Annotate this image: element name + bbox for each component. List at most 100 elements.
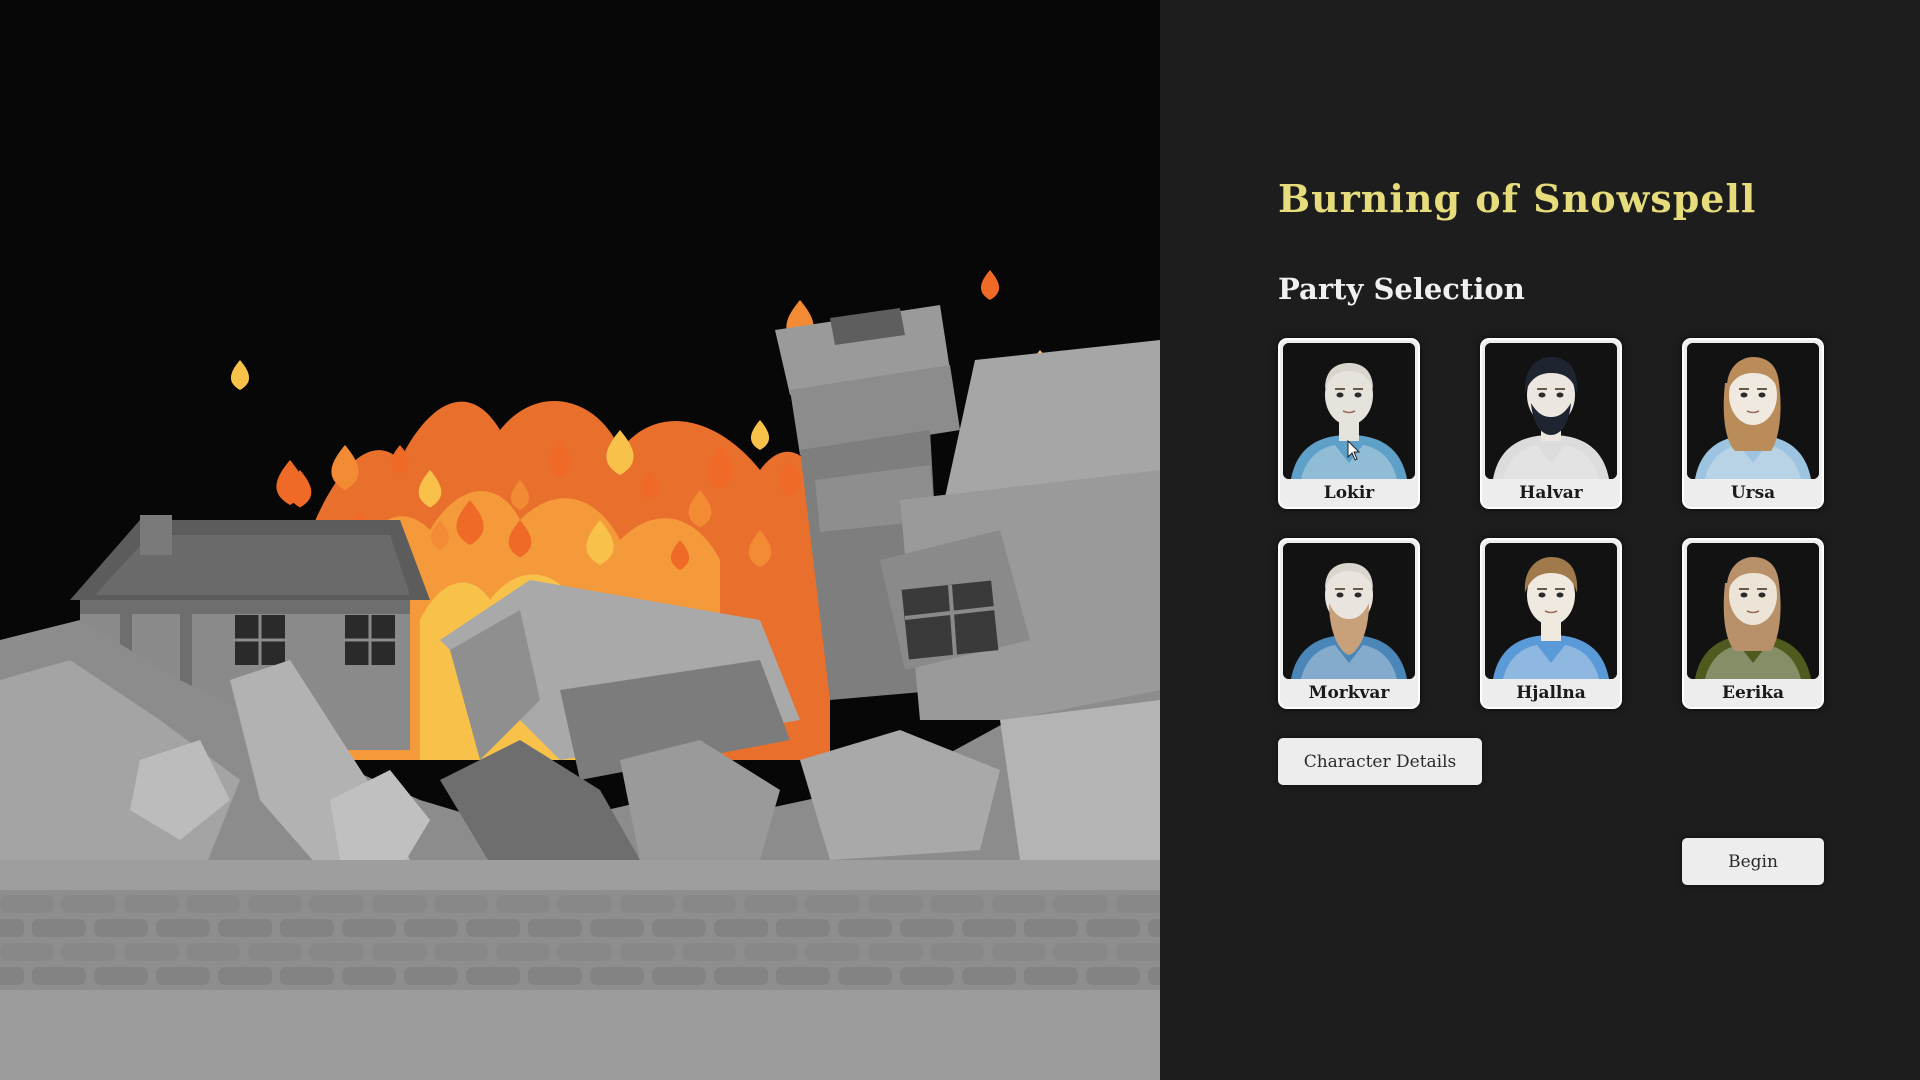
- cobblestone: [466, 967, 520, 985]
- woman-in-green-portrait: [1687, 543, 1819, 679]
- cobblestone: [992, 943, 1046, 961]
- character-name: Halvar: [1519, 483, 1583, 503]
- character-name: Lokir: [1323, 483, 1375, 503]
- party-selection-heading: Party Selection: [1278, 272, 1525, 306]
- cobblestone-road: [0, 860, 1160, 1080]
- cobblestone: [466, 919, 520, 937]
- cobblestone: [838, 919, 892, 937]
- cobblestone: [590, 919, 644, 937]
- cobblestone: [434, 943, 488, 961]
- cobblestone: [930, 895, 984, 913]
- cobblestone: [652, 967, 706, 985]
- cobblestone: [372, 895, 426, 913]
- cobblestone: [32, 967, 86, 985]
- cobblestone: [218, 919, 272, 937]
- cobblestone: [156, 967, 210, 985]
- character-card-lokir[interactable]: Lokir: [1278, 338, 1420, 509]
- character-details-button[interactable]: Character Details: [1278, 738, 1482, 785]
- cobblestone: [186, 943, 240, 961]
- cobblestone: [434, 895, 488, 913]
- cobblestone: [838, 967, 892, 985]
- cobblestone: [62, 943, 116, 961]
- game-title: Burning of Snowspell: [1278, 176, 1757, 221]
- cobblestone: [1024, 967, 1078, 985]
- cobblestone: [776, 919, 830, 937]
- cobblestone: [528, 967, 582, 985]
- character-card-eerika[interactable]: Eerika: [1682, 538, 1824, 709]
- cobblestone: [0, 943, 54, 961]
- portrait-lokir: [1283, 343, 1415, 479]
- cobblestone: [1086, 919, 1140, 937]
- cobblestone: [652, 919, 706, 937]
- cobblestone: [0, 967, 24, 985]
- braided-woman-portrait: [1485, 543, 1617, 679]
- cobblestone: [1054, 943, 1108, 961]
- cobblestone: [124, 895, 178, 913]
- cobblestone: [776, 967, 830, 985]
- portrait-ursa: [1687, 343, 1819, 479]
- cobblestone: [280, 919, 334, 937]
- cobblestone: [124, 943, 178, 961]
- cobblestone: [1054, 895, 1108, 913]
- cobblestone: [528, 919, 582, 937]
- cobblestone: [558, 943, 612, 961]
- burning-village-illustration: [0, 0, 1160, 1080]
- cobblestone: [372, 943, 426, 961]
- cobblestone: [930, 943, 984, 961]
- cobblestone: [32, 919, 86, 937]
- cobblestone: [342, 919, 396, 937]
- cobblestone: [342, 967, 396, 985]
- cobblestone: [714, 967, 768, 985]
- cobblestone: [806, 943, 860, 961]
- cobblestone: [900, 967, 954, 985]
- character-name: Eerika: [1722, 683, 1784, 703]
- cobblestone: [868, 895, 922, 913]
- character-card-halvar[interactable]: Halvar: [1480, 338, 1622, 509]
- portrait-eerika: [1687, 543, 1819, 679]
- woman-with-ponytail-portrait: [1687, 343, 1819, 479]
- begin-button[interactable]: Begin: [1682, 838, 1824, 885]
- cobblestone: [496, 943, 550, 961]
- cobblestone: [992, 895, 1046, 913]
- portrait-morkvar: [1283, 543, 1415, 679]
- dark-haired-bearded-man-portrait: [1485, 343, 1617, 479]
- cobblestone: [1024, 919, 1078, 937]
- character-card-hjallna[interactable]: Hjallna: [1480, 538, 1622, 709]
- cobblestone: [94, 967, 148, 985]
- cobblestone: [744, 943, 798, 961]
- character-card-ursa[interactable]: Ursa: [1682, 338, 1824, 509]
- cobblestone: [248, 895, 302, 913]
- cobblestone: [280, 967, 334, 985]
- character-card-morkvar[interactable]: Morkvar: [1278, 538, 1420, 709]
- cobblestone: [1116, 943, 1160, 961]
- cobblestone: [218, 967, 272, 985]
- cobblestone: [1116, 895, 1160, 913]
- cobblestone: [900, 919, 954, 937]
- character-grid: Lokir Halvar Ursa Morkvar Hjallna Eerika: [1278, 338, 1824, 709]
- character-name: Ursa: [1730, 483, 1776, 503]
- cobblestone: [496, 895, 550, 913]
- cobblestone: [62, 895, 116, 913]
- bald-man-portrait: [1283, 343, 1415, 479]
- cobblestone: [0, 895, 54, 913]
- cobblestone: [620, 943, 674, 961]
- portrait-halvar: [1485, 343, 1617, 479]
- cobblestone: [1086, 967, 1140, 985]
- cobblestone: [558, 895, 612, 913]
- cobblestone: [806, 895, 860, 913]
- character-name: Hjallna: [1516, 683, 1586, 703]
- cobblestone: [962, 967, 1016, 985]
- cobblestone: [590, 967, 644, 985]
- character-name: Morkvar: [1308, 683, 1390, 703]
- cobblestone: [620, 895, 674, 913]
- party-selection-panel: Burning of Snowspell Party Selection Lok…: [1160, 0, 1920, 1080]
- cobblestone: [404, 967, 458, 985]
- cobblestone: [186, 895, 240, 913]
- cobblestone: [248, 943, 302, 961]
- cobblestone: [868, 943, 922, 961]
- cobblestone: [1148, 919, 1160, 937]
- cobblestone: [682, 943, 736, 961]
- cobblestone: [156, 919, 210, 937]
- burning-village-scene: [0, 0, 1160, 1080]
- cobblestone: [744, 895, 798, 913]
